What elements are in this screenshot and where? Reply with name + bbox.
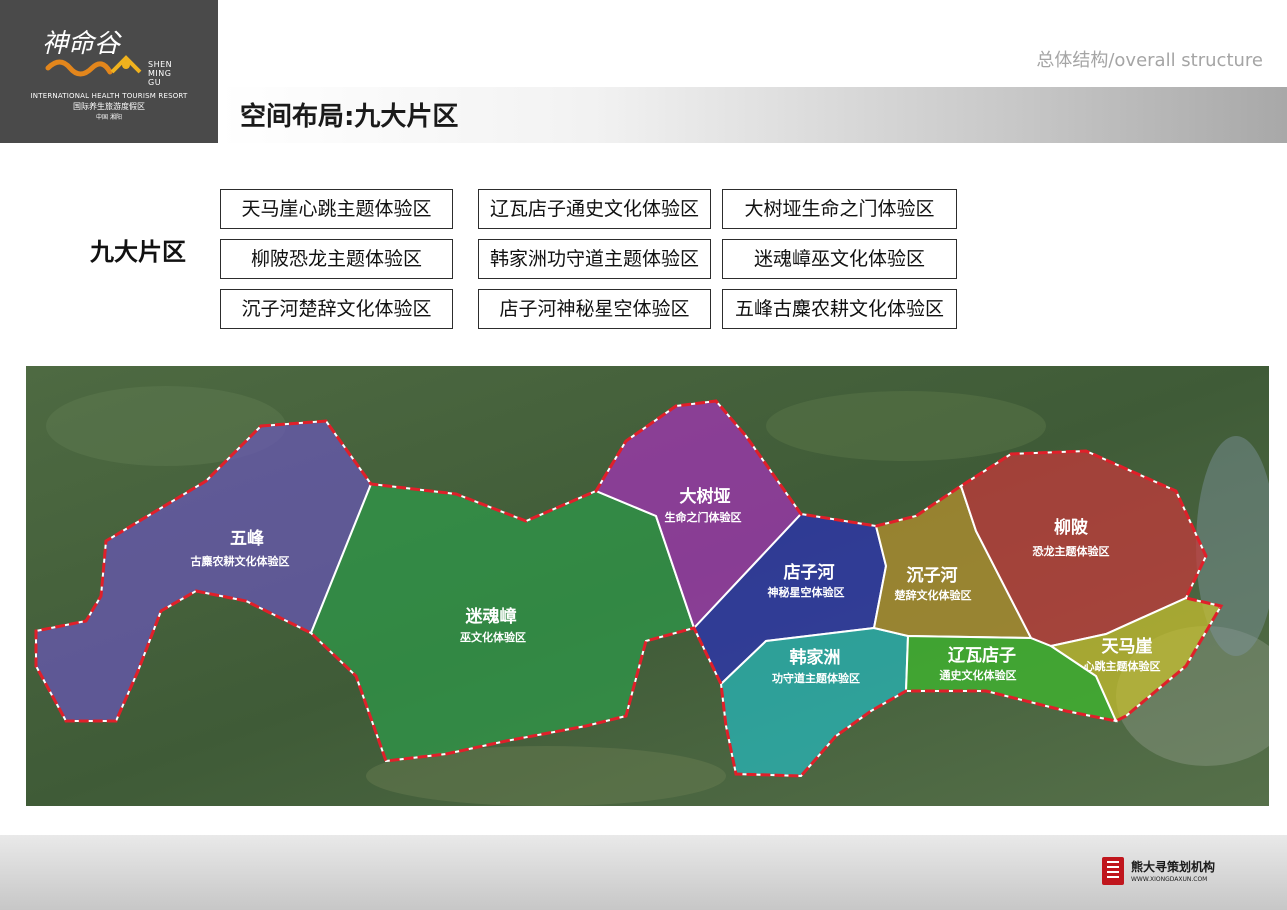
zone-label-chenzihe: 沉子河楚辞文化体验区 (220, 289, 453, 329)
logo-location: 中国 湘阳 (96, 114, 122, 121)
map-zone-sub-liaowadianzi: 通史文化体验区 (940, 668, 1017, 682)
footer-company: 熊大寻策划机构 (1131, 860, 1216, 874)
map-zone-sub-liubei: 恐龙主题体验区 (1033, 544, 1110, 558)
title-bar: 空间布局:九大片区 (218, 87, 1287, 143)
map-zone-sub-hanjiazhou: 功守道主题体验区 (772, 671, 860, 685)
page-title: 空间布局:九大片区 (240, 102, 459, 132)
map-zone-sub-dashuya: 生命之门体验区 (665, 510, 742, 524)
zone-map: 五峰 古麋农耕文化体验区 迷魂嶂 巫文化体验区 大树垭 生命之门体验区 店子河 … (26, 366, 1269, 806)
zone-label-tianmaya: 天马崖心跳主题体验区 (220, 189, 453, 229)
map-zone-sub-mihunzhang: 巫文化体验区 (460, 630, 526, 644)
map-zone-name-hanjiazhou: 韩家洲 (790, 647, 841, 668)
footer-url: WWW.XIONGDAXUN.COM (1131, 876, 1208, 883)
section-label: 总体结构/overall structure (1036, 50, 1263, 71)
logo-brand-en: SHEN MING GU (148, 60, 173, 87)
map-zone-name-mihunzhang: 迷魂嶂 (465, 606, 517, 627)
map-zone-name-chenzihe: 沉子河 (907, 565, 958, 586)
zone-label-hanjiazhou: 韩家洲功守道主题体验区 (478, 239, 711, 279)
company-seal-icon (1102, 857, 1124, 885)
map-zone-sub-tianmaya: 心跳主题体验区 (1084, 659, 1161, 673)
logo-tagline-cn: 国际养生旅游度假区 (73, 102, 145, 111)
logo: 神命谷 SHEN MING GU INTERNATIONAL HEALTH TO… (0, 0, 218, 143)
zone-label-wufeng: 五峰古麋农耕文化体验区 (722, 289, 957, 329)
map-zone-sub-dianzihe: 神秘星空体验区 (768, 585, 845, 599)
zone-label-liubei: 柳陂恐龙主题体验区 (220, 239, 453, 279)
map-zone-sub-wufeng: 古麋农耕文化体验区 (191, 554, 290, 568)
map-zone-name-dianzihe: 店子河 (784, 562, 835, 583)
zone-label-dianzihe: 店子河神秘星空体验区 (478, 289, 711, 329)
zone-map-svg: 五峰 古麋农耕文化体验区 迷魂嶂 巫文化体验区 大树垭 生命之门体验区 店子河 … (26, 366, 1269, 806)
footer-bar (0, 835, 1287, 910)
logo-brand-cn: 神命谷 (42, 29, 122, 59)
zones-heading: 九大片区 (90, 238, 186, 266)
zone-label-dashuya: 大树垭生命之门体验区 (722, 189, 957, 229)
map-zone-name-liubei: 柳陂 (1054, 517, 1088, 538)
map-zone-name-wufeng: 五峰 (230, 528, 265, 549)
map-zone-name-tianmaya: 天马崖 (1102, 637, 1153, 657)
logo-tagline-en: INTERNATIONAL HEALTH TOURISM RESORT (30, 92, 188, 100)
map-zone-name-dashuya: 大树垭 (680, 486, 731, 507)
logo-mark-icon: 神命谷 (42, 29, 142, 77)
map-zone-name-liaowadianzi: 辽瓦店子 (948, 645, 1016, 666)
zone-label-liaowadianzi: 辽瓦店子通史文化体验区 (478, 189, 711, 229)
map-zone-sub-chenzihe: 楚辞文化体验区 (895, 588, 972, 602)
zone-label-mihunzhang: 迷魂嶂巫文化体验区 (722, 239, 957, 279)
